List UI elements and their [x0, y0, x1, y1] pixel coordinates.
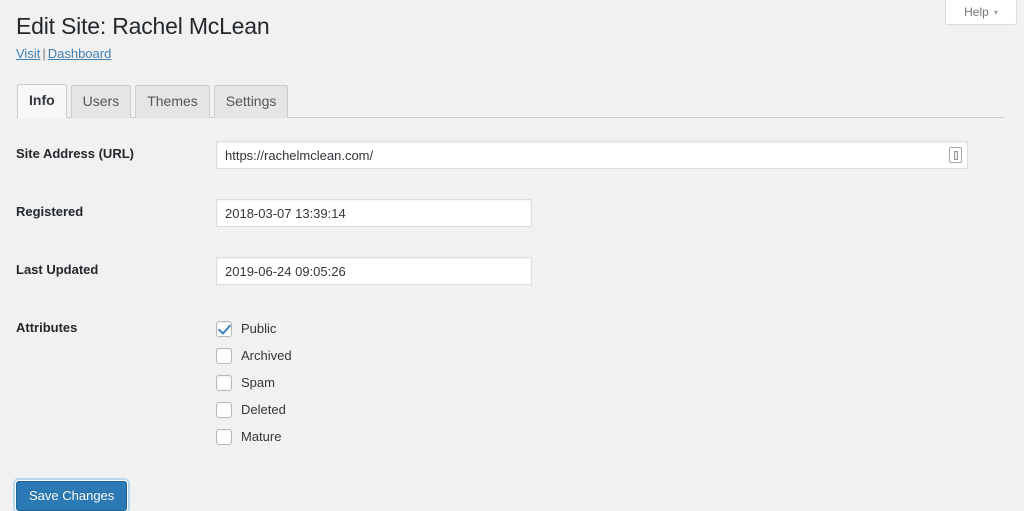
checkbox-label-deleted[interactable]: Deleted	[241, 402, 286, 418]
page-title: Edit Site: Rachel McLean	[16, 13, 270, 39]
last-updated-label: Last Updated	[16, 262, 99, 277]
chevron-down-icon: ▾	[993, 8, 998, 17]
attributes-label: Attributes	[16, 320, 78, 335]
checkbox-row-mature: Mature	[216, 423, 994, 450]
tab-settings[interactable]: Settings	[213, 85, 289, 118]
edit-site-form: Site Address (URL) Registered Last Updat…	[16, 118, 1004, 511]
site-address-label: Site Address (URL)	[16, 146, 134, 161]
checkbox-row-deleted: Deleted	[216, 396, 994, 423]
checkbox-label-spam[interactable]: Spam	[241, 375, 275, 391]
tab-info[interactable]: Info	[17, 84, 67, 118]
form-row-registered: Registered	[16, 184, 1004, 242]
checkbox-archived[interactable]	[216, 347, 232, 364]
registered-label: Registered	[16, 204, 84, 219]
checkbox-label-mature[interactable]: Mature	[241, 429, 281, 445]
site-address-field-cell	[216, 126, 1004, 184]
checkbox-label-public[interactable]: Public	[241, 321, 276, 337]
help-tab-button[interactable]: Help ▾	[945, 0, 1017, 25]
checkbox-spam[interactable]	[216, 374, 232, 391]
checkbox-label-archived[interactable]: Archived	[241, 348, 292, 364]
password-manager-icon[interactable]	[949, 147, 962, 163]
tab-themes[interactable]: Themes	[135, 85, 210, 118]
checkbox-row-spam: Spam	[216, 369, 994, 396]
attributes-checkbox-group: Public Archived Spam Deleted Mature	[216, 300, 1004, 465]
registered-input[interactable]	[216, 199, 532, 227]
help-tab-label: Help	[964, 5, 989, 19]
last-updated-field-cell	[216, 242, 1004, 300]
checkbox-deleted[interactable]	[216, 401, 232, 418]
dashboard-link[interactable]: Dashboard	[48, 46, 112, 61]
form-submit-area: Save Changes	[16, 465, 1004, 511]
page-container: Edit Site: Rachel McLean Visit | Dashboard…	[0, 0, 1024, 511]
checkbox-row-archived: Archived	[216, 342, 994, 369]
help-tab-container: Help ▾	[945, 0, 1017, 25]
checkbox-public[interactable]	[216, 320, 232, 337]
last-updated-input[interactable]	[216, 257, 532, 285]
save-changes-button[interactable]: Save Changes	[16, 481, 128, 511]
visit-site-link[interactable]: Visit	[16, 46, 40, 61]
form-row-site-address: Site Address (URL)	[16, 126, 1004, 184]
form-row-last-updated: Last Updated	[16, 242, 1004, 300]
site-address-input-holder	[216, 141, 968, 169]
checkbox-mature[interactable]	[216, 428, 232, 445]
tab-users[interactable]: Users	[70, 85, 132, 118]
form-row-attributes: Attributes Public Archived Spam Deleted	[16, 300, 1004, 465]
link-separator: |	[42, 46, 46, 61]
registered-field-cell	[216, 184, 1004, 242]
checkbox-row-public: Public	[216, 315, 994, 342]
nav-tab-bar: Info Users Themes Settings	[16, 84, 1004, 118]
site-address-input[interactable]	[216, 141, 968, 169]
site-links: Visit | Dashboard	[16, 45, 1004, 63]
password-manager-icon-glyph	[953, 150, 958, 160]
